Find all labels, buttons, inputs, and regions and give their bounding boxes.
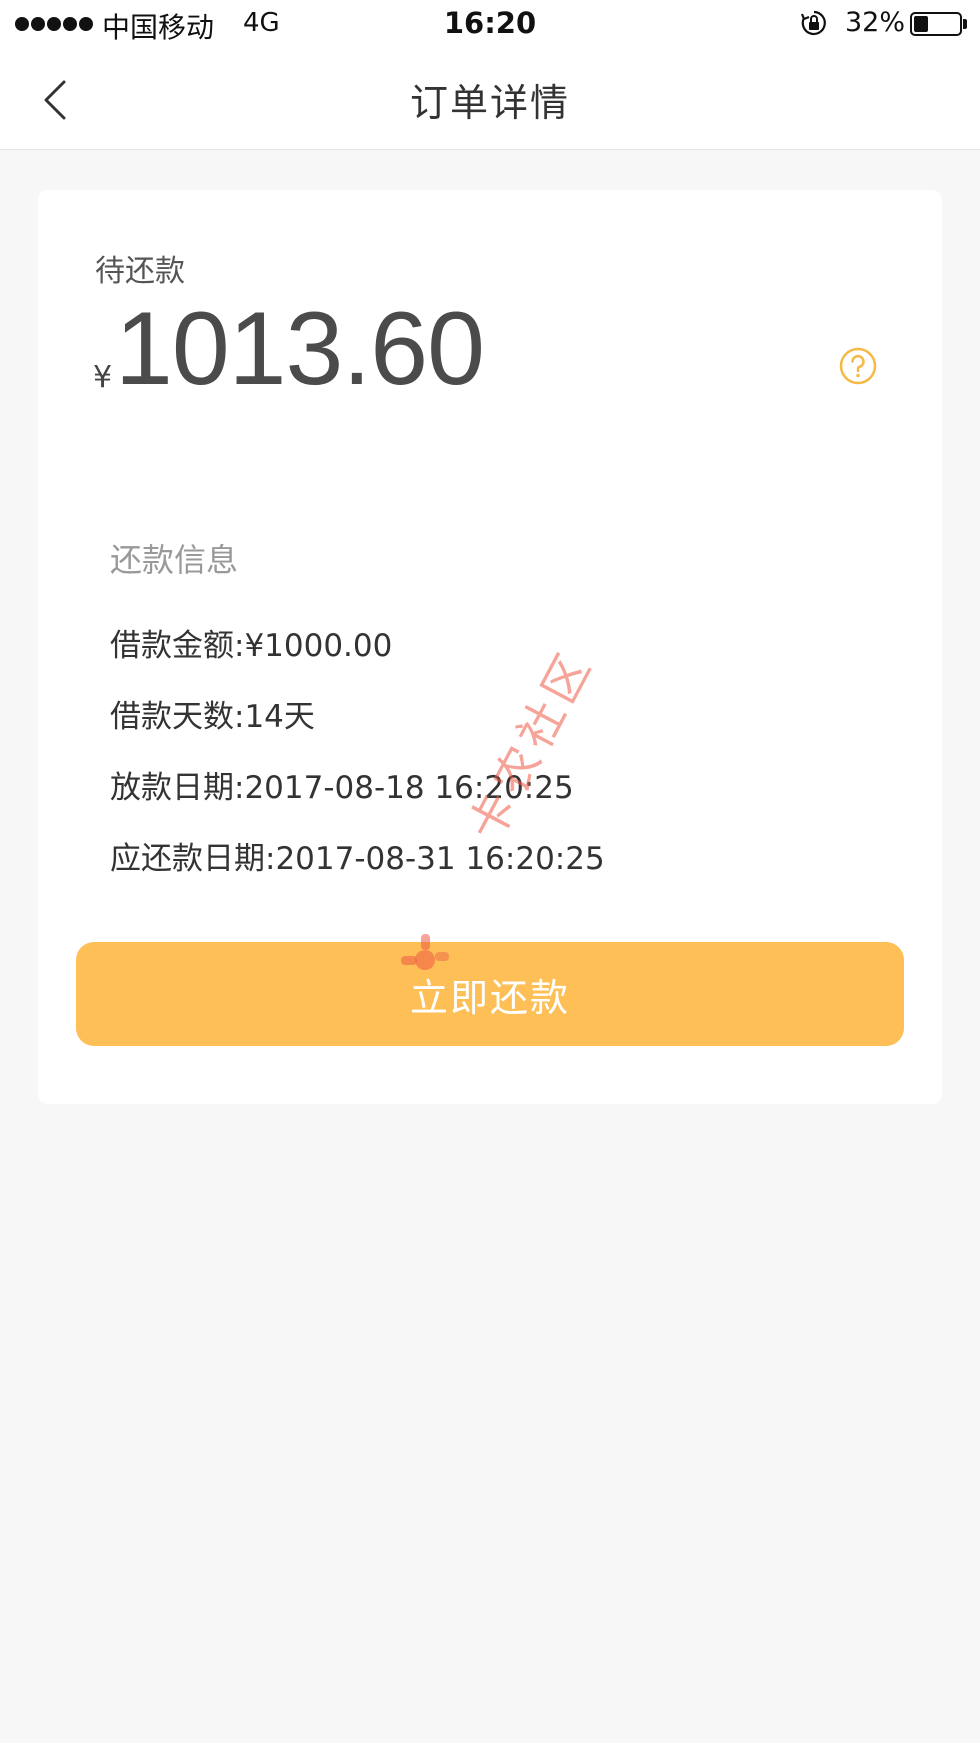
status-bar: 中国移动 4G 16:20 32% bbox=[0, 0, 980, 50]
battery-level-fill bbox=[914, 16, 928, 32]
status-time: 16:20 bbox=[443, 6, 537, 40]
repay-now-button[interactable]: 立即还款 bbox=[76, 942, 904, 1046]
repayment-info-title: 还款信息 bbox=[110, 541, 239, 579]
rotation-lock-icon bbox=[800, 10, 826, 36]
due-label: 待还款 bbox=[95, 254, 185, 289]
navigation-bar: 订单详情 bbox=[0, 50, 980, 150]
loan-days: 借款天数:14天 bbox=[110, 699, 315, 735]
battery-percentage: 32% bbox=[845, 7, 906, 38]
battery-tip bbox=[963, 19, 967, 29]
page-title: 订单详情 bbox=[409, 81, 570, 125]
order-card: 待还款 ¥ 1013.60 还款信息 借款金额:¥1000.00 借款天数:14… bbox=[38, 190, 942, 1104]
repayment-due-date: 应还款日期:2017-08-31 16:20:25 bbox=[110, 841, 605, 877]
loan-amount: 借款金额:¥1000.00 bbox=[110, 628, 393, 664]
disbursement-date: 放款日期:2017-08-18 16:20:25 bbox=[110, 770, 574, 806]
battery-icon bbox=[910, 12, 962, 36]
question-circle-icon[interactable] bbox=[838, 346, 878, 386]
currency-symbol: ¥ bbox=[93, 360, 113, 395]
due-amount: 1013.60 bbox=[115, 291, 485, 407]
